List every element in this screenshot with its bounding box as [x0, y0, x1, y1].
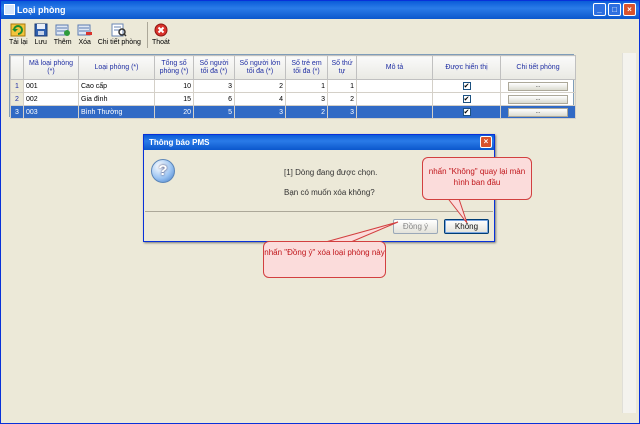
visible-checkbox[interactable]: ✔: [462, 82, 471, 90]
window-titlebar[interactable]: Loại phòng _ □ ×: [1, 1, 639, 19]
question-icon: ?: [151, 159, 175, 183]
cell-description[interactable]: [356, 79, 433, 93]
room-detail-icon: [110, 22, 128, 38]
dialog-close-button[interactable]: ×: [480, 136, 492, 148]
row-indicator[interactable]: 2: [10, 92, 24, 106]
reload-button[interactable]: Tải lại: [9, 20, 28, 47]
column-header[interactable]: Tổng số phòng (*): [154, 55, 194, 80]
yes-button[interactable]: Đồng ý: [393, 219, 438, 234]
cell-description[interactable]: [356, 92, 433, 106]
visible-checkbox[interactable]: ✔: [462, 95, 471, 103]
grid-header-row: Mã loại phòng (*) Loại phòng (*) Tổng số…: [10, 55, 576, 80]
room-detail-label: Chi tiết phòng: [97, 39, 141, 46]
room-detail-cell-button[interactable]: ...: [508, 81, 568, 91]
cell-order[interactable]: 3: [327, 105, 357, 119]
row-indicator-header: [10, 55, 24, 80]
exit-button[interactable]: Thoát: [152, 20, 170, 47]
dialog-message-selected: [1] Dòng đang được chọn.: [284, 168, 378, 177]
save-button[interactable]: Lưu: [32, 20, 50, 47]
add-button[interactable]: Thêm: [54, 20, 72, 47]
column-header[interactable]: Loại phòng (*): [78, 55, 155, 80]
toolbar-separator: [146, 22, 148, 48]
dialog-divider: [145, 211, 493, 212]
cell-max-people[interactable]: 5: [193, 105, 235, 119]
add-label: Thêm: [53, 39, 72, 46]
table-row-selected[interactable]: 3 003 Bình Thường 20 5 3 2 3 ✔ ...: [10, 105, 576, 119]
row-indicator[interactable]: 1: [10, 79, 24, 93]
cell-max-people[interactable]: 3: [193, 79, 235, 93]
reload-label: Tải lại: [9, 39, 28, 46]
toolbar: Tải lại Lưu Thêm Xóa Chi tiết phòng Thoá…: [3, 20, 637, 50]
dialog-message-confirm: Bạn có muốn xóa không?: [284, 188, 375, 197]
exit-label: Thoát: [151, 39, 170, 46]
save-icon: [32, 22, 50, 38]
cell-name[interactable]: Cao cấp: [78, 79, 155, 93]
table-row[interactable]: 2 002 Gia đình 15 6 4 3 2 ✔ ...: [10, 92, 576, 106]
close-window-button[interactable]: ×: [623, 3, 636, 16]
column-header[interactable]: Mã loại phòng (*): [23, 55, 79, 80]
row-indicator[interactable]: 3: [10, 105, 24, 119]
column-header[interactable]: Mô tả: [356, 55, 433, 80]
cell-max-adults[interactable]: 3: [234, 105, 286, 119]
cell-max-children[interactable]: 3: [285, 92, 328, 106]
cell-total[interactable]: 20: [154, 105, 194, 119]
cell-total[interactable]: 10: [154, 79, 194, 93]
cell-max-adults[interactable]: 4: [234, 92, 286, 106]
cell-max-children[interactable]: 2: [285, 105, 328, 119]
dialog-titlebar[interactable]: Thông báo PMS ×: [144, 135, 494, 150]
cell-code[interactable]: 001: [23, 79, 79, 93]
annotation-yes-note: nhấn "Đồng ý" xóa loại phòng này: [263, 241, 386, 278]
column-header[interactable]: Số thứ tự: [327, 55, 357, 80]
cell-max-people[interactable]: 6: [193, 92, 235, 106]
exit-icon: [152, 22, 170, 38]
cell-order[interactable]: 2: [327, 92, 357, 106]
visible-checkbox[interactable]: ✔: [462, 108, 471, 116]
column-header[interactable]: Số người tối đa (*): [193, 55, 235, 80]
refresh-icon: [9, 22, 27, 38]
add-icon: [54, 22, 72, 38]
column-header[interactable]: Chi tiết phòng: [500, 55, 576, 80]
delete-icon: [76, 22, 94, 38]
cell-order[interactable]: 1: [327, 79, 357, 93]
room-detail-cell-button[interactable]: ...: [508, 107, 568, 117]
table-row[interactable]: 1 001 Cao cấp 10 3 2 1 1 ✔ ...: [10, 79, 576, 93]
minimize-button[interactable]: _: [593, 3, 606, 16]
column-header[interactable]: Số người lớn tối đa (*): [234, 55, 286, 80]
column-header[interactable]: Số trẻ em tối đa (*): [285, 55, 328, 80]
room-detail-button[interactable]: Chi tiết phòng: [98, 20, 141, 47]
app-icon: [4, 4, 15, 15]
delete-button[interactable]: Xóa: [76, 20, 94, 47]
cell-name[interactable]: Gia đình: [78, 92, 155, 106]
cell-max-adults[interactable]: 2: [234, 79, 286, 93]
vertical-scrollbar[interactable]: [622, 53, 636, 413]
room-type-grid: Mã loại phòng (*) Loại phòng (*) Tổng số…: [9, 54, 576, 119]
cell-description[interactable]: [356, 105, 433, 119]
cell-max-children[interactable]: 1: [285, 79, 328, 93]
room-detail-cell-button[interactable]: ...: [508, 94, 568, 104]
cell-name[interactable]: Bình Thường: [78, 105, 155, 119]
window-title: Loại phòng: [17, 5, 66, 15]
column-header[interactable]: Được hiển thị: [432, 55, 501, 80]
delete-label: Xóa: [78, 39, 91, 46]
maximize-button[interactable]: □: [608, 3, 621, 16]
no-button[interactable]: Không: [444, 219, 489, 234]
cell-code[interactable]: 003: [23, 105, 79, 119]
cell-total[interactable]: 15: [154, 92, 194, 106]
dialog-title: Thông báo PMS: [149, 138, 210, 147]
annotation-no-note: nhấn "Không" quay lại màn hình ban đầu: [422, 157, 532, 200]
window-controls: _ □ ×: [593, 3, 636, 16]
cell-code[interactable]: 002: [23, 92, 79, 106]
save-label: Lưu: [34, 39, 47, 46]
